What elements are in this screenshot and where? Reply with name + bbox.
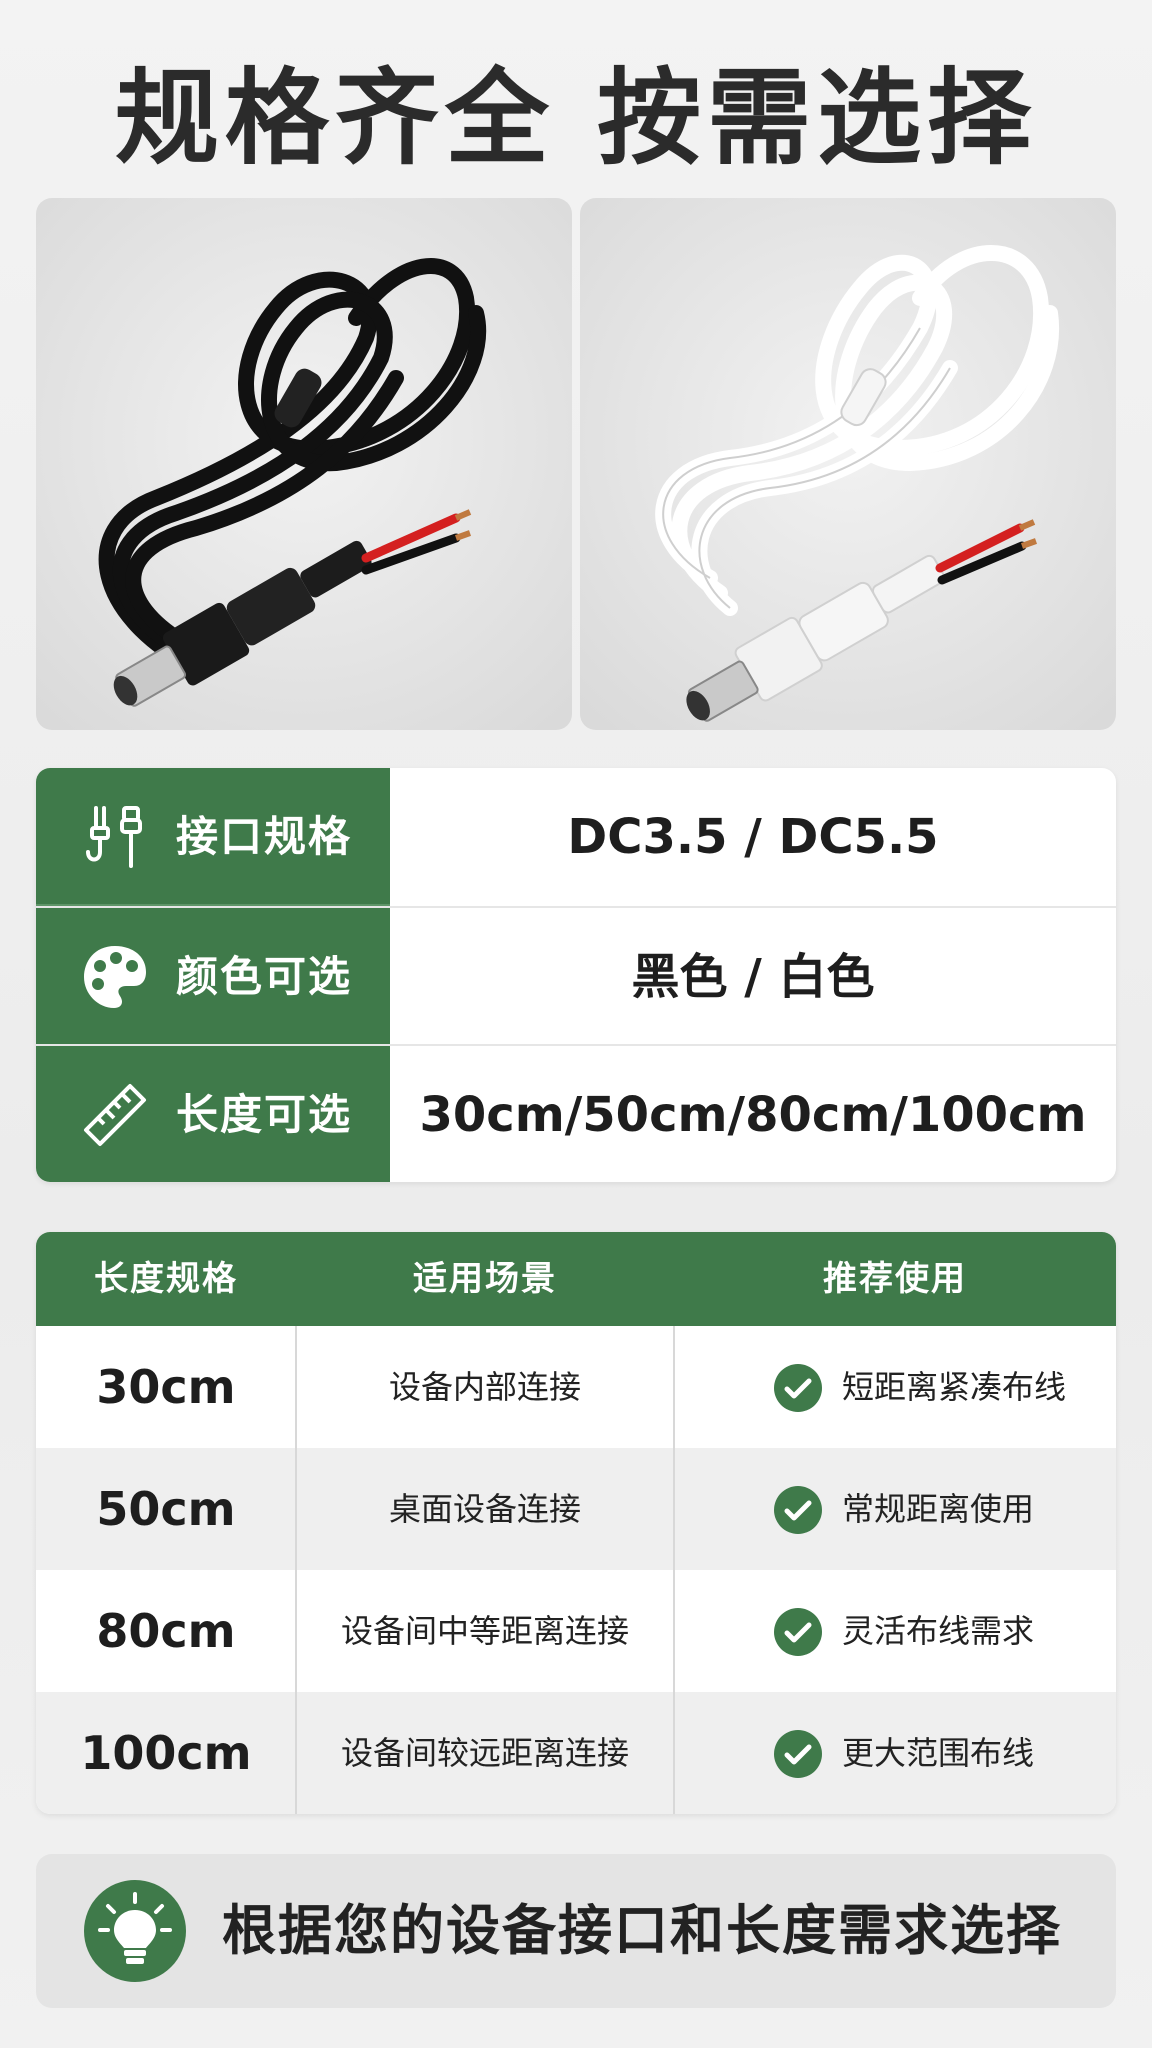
recommend-cell: 短距离紧凑布线 <box>674 1326 1116 1448</box>
white-cable-photo <box>580 198 1116 730</box>
check-circle-icon <box>774 1608 822 1656</box>
black-dc-cable-icon <box>98 258 486 707</box>
recommend-text: 常规距离使用 <box>842 1490 1035 1528</box>
spec-row-interface: 接口规格 DC3.5 / DC5.5 <box>36 768 1116 906</box>
white-dc-cable-icon <box>655 245 1060 722</box>
recommend-cell: 灵活布线需求 <box>674 1570 1116 1692</box>
recommend-text: 更大范围布线 <box>842 1734 1035 1772</box>
ruler-icon <box>84 1084 146 1146</box>
column-divider <box>295 1326 297 1814</box>
column-header-length: 长度规格 <box>94 1259 238 1299</box>
footer-text: 根据您的设备接口和长度需求选择 <box>222 1899 1062 1962</box>
recommend-cell: 更大范围布线 <box>674 1692 1116 1814</box>
check-circle-icon <box>774 1486 822 1534</box>
scene-cell: 设备间中等距离连接 <box>340 1612 629 1650</box>
column-divider <box>673 1326 675 1814</box>
palette-icon <box>84 946 146 1008</box>
lightbulb-icon <box>84 1880 186 1982</box>
scene-cell: 桌面设备连接 <box>388 1490 581 1528</box>
page-title: 规格齐全 按需选择 <box>114 57 1038 179</box>
table-row: 80cm 设备间中等距离连接 灵活布线需求 <box>36 1570 1116 1692</box>
length-cell: 80cm <box>96 1604 236 1658</box>
spec-label: 长度可选 <box>176 1090 353 1139</box>
spec-label-cell: 接口规格 <box>36 768 390 906</box>
recommend-text: 灵活布线需求 <box>842 1612 1035 1650</box>
spec-label-cell: 颜色可选 <box>36 908 390 1046</box>
table-row: 30cm 设备内部连接 短距离紧凑布线 <box>36 1326 1116 1448</box>
check-circle-icon <box>774 1730 822 1778</box>
product-photos <box>36 198 1116 730</box>
scene-cell: 设备间较远距离连接 <box>340 1734 629 1772</box>
spec-label-cell: 长度可选 <box>36 1046 390 1182</box>
table-row: 50cm 桌面设备连接 常规距离使用 <box>36 1448 1116 1570</box>
table-row: 100cm 设备间较远距离连接 更大范围布线 <box>36 1692 1116 1814</box>
black-cable-photo <box>36 198 572 730</box>
spec-label: 颜色可选 <box>176 952 353 1001</box>
spec-table: 接口规格 DC3.5 / DC5.5 颜色可选 黑色 / 白色 长度可选 30c… <box>36 768 1116 1182</box>
spec-value: 30cm/50cm/80cm/100cm <box>419 1087 1087 1143</box>
spec-value: 黑色 / 白色 <box>631 949 875 1005</box>
spec-label: 接口规格 <box>176 812 353 861</box>
scene-cell: 设备内部连接 <box>388 1368 581 1406</box>
check-circle-icon <box>774 1364 822 1412</box>
recommend-text: 短距离紧凑布线 <box>842 1368 1067 1406</box>
footer-tip: 根据您的设备接口和长度需求选择 <box>36 1854 1116 2008</box>
usage-table: 长度规格 适用场景 推荐使用 30cm 设备内部连接 短距离紧凑布线 50cm … <box>36 1232 1116 1814</box>
column-header-recommend: 推荐使用 <box>823 1259 967 1299</box>
length-cell: 50cm <box>96 1482 236 1536</box>
column-header-scene: 适用场景 <box>413 1259 557 1299</box>
length-cell: 30cm <box>96 1360 236 1414</box>
spec-value: DC3.5 / DC5.5 <box>567 809 939 865</box>
spec-row-length: 长度可选 30cm/50cm/80cm/100cm <box>36 1044 1116 1182</box>
usage-table-header: 长度规格 适用场景 推荐使用 <box>36 1232 1116 1326</box>
connector-plug-icon <box>86 806 142 868</box>
recommend-cell: 常规距离使用 <box>674 1448 1116 1570</box>
spec-row-color: 颜色可选 黑色 / 白色 <box>36 906 1116 1046</box>
length-cell: 100cm <box>80 1726 252 1780</box>
